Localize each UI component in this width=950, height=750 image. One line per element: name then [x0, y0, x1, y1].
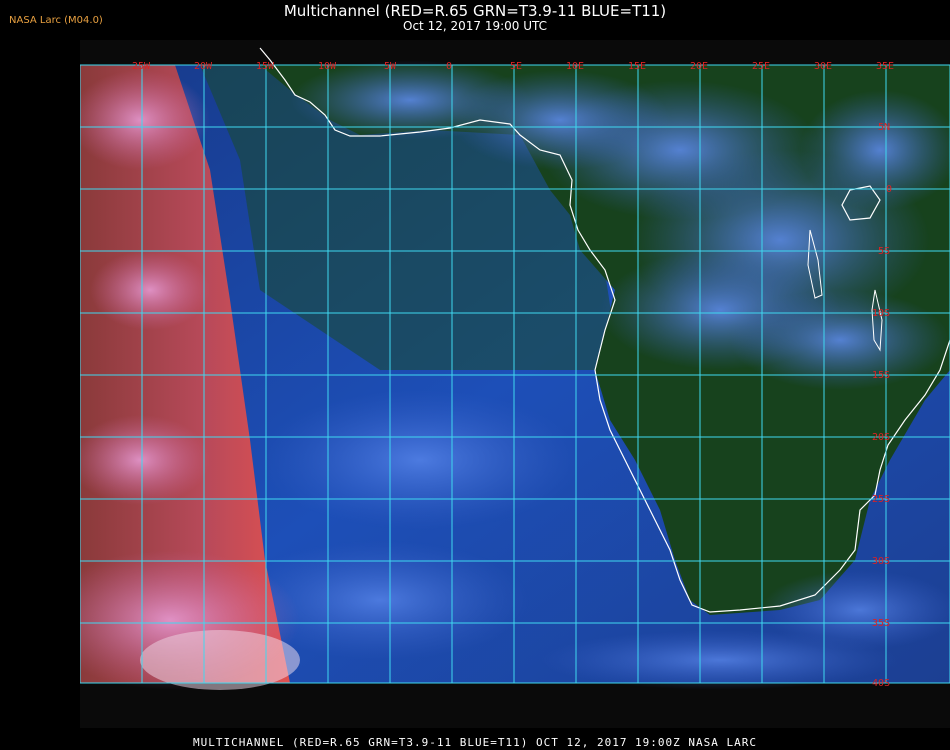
lon-label-15e: 15E: [628, 61, 646, 72]
lat-label-25s: 25S: [872, 494, 890, 505]
lon-label-5e: 5E: [510, 61, 522, 72]
lat-label-15s: 15S: [872, 370, 890, 381]
lat-label-30s: 30S: [872, 556, 890, 567]
lon-label-5w: 5W: [384, 61, 397, 72]
lon-label-0: 0: [446, 61, 452, 72]
lat-label-0: 0: [886, 184, 892, 195]
lon-label-20w: 20W: [194, 61, 213, 72]
satellite-map: 25W 20W 15W 10W 5W 0 5E 10E 15E 20E 25E …: [80, 40, 950, 728]
lat-label-40s: 40S: [872, 678, 890, 689]
image-title: Multichannel (RED=R.65 GRN=T3.9-11 BLUE=…: [283, 2, 667, 20]
lat-label-10s: 10S: [872, 308, 890, 319]
lon-label-25w: 25W: [132, 61, 151, 72]
lat-label-5n: 5N: [878, 122, 890, 133]
lat-label-35s: 35S: [872, 618, 890, 629]
lon-label-20e: 20E: [690, 61, 708, 72]
footer-caption: MULTICHANNEL (RED=R.65 GRN=T3.9-11 BLUE=…: [192, 736, 758, 749]
lat-label-20s: 20S: [872, 432, 890, 443]
lat-label-5s: 5S: [878, 246, 890, 257]
image-datetime: Oct 12, 2017 19:00 UTC: [403, 19, 547, 33]
lon-label-10e: 10E: [566, 61, 584, 72]
lon-label-25e: 25E: [752, 61, 770, 72]
lon-label-15w: 15W: [256, 61, 275, 72]
lon-label-35e: 35E: [876, 61, 894, 72]
lon-label-30e: 30E: [814, 61, 832, 72]
lon-label-10w: 10W: [318, 61, 337, 72]
